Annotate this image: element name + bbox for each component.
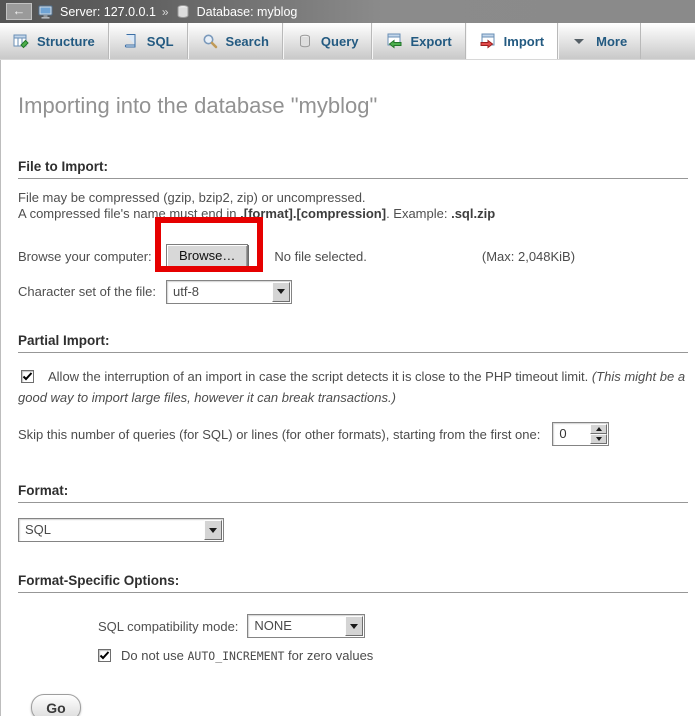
charset-row: Character set of the file: utf-8 <box>18 279 688 304</box>
no-file-text: No file selected. <box>274 249 367 264</box>
allow-interruption-checkbox[interactable] <box>21 370 34 383</box>
charset-select-value: utf-8 <box>167 281 271 303</box>
skip-queries-input[interactable]: 0 <box>552 422 609 446</box>
skip-queries-value: 0 <box>553 423 589 445</box>
skip-queries-label: Skip this number of queries (for SQL) or… <box>18 427 540 442</box>
sql-compat-label: SQL compatibility mode: <box>98 619 238 634</box>
tab-label: Import <box>504 34 544 49</box>
browse-button[interactable]: Browse… <box>166 244 248 268</box>
skip-queries-spinner <box>590 424 607 444</box>
export-icon <box>386 33 402 49</box>
max-size-text: (Max: 2,048KiB) <box>482 249 575 264</box>
tab-search[interactable]: Search <box>188 23 283 59</box>
charset-label: Character set of the file: <box>18 284 166 299</box>
autoincrement-checkbox[interactable] <box>98 649 111 662</box>
tab-label: More <box>596 34 627 49</box>
tab-query[interactable]: Query <box>283 23 373 59</box>
breadcrumb-database[interactable]: Database: myblog <box>197 5 298 19</box>
phpmyadmin-import-page: ← Server: 127.0.0.1 » Database: myblog S… <box>0 0 695 716</box>
breadcrumb-server[interactable]: Server: 127.0.0.1 <box>60 5 156 19</box>
tab-structure[interactable]: Structure <box>0 23 109 59</box>
autoincrement-row: Do not use AUTO_INCREMENT for zero value… <box>98 648 688 663</box>
tab-label: Search <box>226 34 269 49</box>
database-icon <box>175 4 191 20</box>
back-button[interactable]: ← <box>6 3 32 20</box>
format-select-arrow[interactable] <box>204 520 222 540</box>
sql-compat-select-value: NONE <box>248 615 344 637</box>
chevron-down-icon <box>572 33 588 49</box>
autoincrement-label: Do not use AUTO_INCREMENT for zero value… <box>121 648 373 663</box>
tab-more[interactable]: More <box>558 23 641 59</box>
allow-interruption-row: Allow the interruption of an import in c… <box>18 366 688 408</box>
compression-note: File may be compressed (gzip, bzip2, zip… <box>18 190 688 222</box>
tab-import[interactable]: Import <box>466 23 558 59</box>
spinner-down-button[interactable] <box>590 434 607 444</box>
section-heading-partial-import: Partial Import: <box>18 333 688 353</box>
tab-label: SQL <box>147 34 174 49</box>
sql-icon <box>123 33 139 49</box>
tab-label: Query <box>321 34 359 49</box>
section-heading-format: Format: <box>18 483 688 503</box>
import-icon <box>480 33 496 49</box>
browse-label: Browse your computer: <box>18 249 166 264</box>
spinner-up-button[interactable] <box>590 424 607 434</box>
charset-select[interactable]: utf-8 <box>166 280 292 304</box>
tab-label: Export <box>410 34 451 49</box>
breadcrumb: ← Server: 127.0.0.1 » Database: myblog <box>0 0 695 23</box>
skip-queries-row: Skip this number of queries (for SQL) or… <box>18 422 688 446</box>
sql-compat-select[interactable]: NONE <box>247 614 365 638</box>
main-content: Importing into the database "myblog" Fil… <box>0 60 695 716</box>
compression-note-line1: File may be compressed (gzip, bzip2, zip… <box>18 190 688 206</box>
allow-interruption-label: Allow the interruption of an import in c… <box>48 369 592 384</box>
section-heading-format-specific: Format-Specific Options: <box>18 573 688 593</box>
tab-sql[interactable]: SQL <box>109 23 188 59</box>
format-select-value: SQL <box>19 519 203 541</box>
structure-icon <box>13 33 29 49</box>
sql-compat-select-arrow[interactable] <box>345 616 363 636</box>
section-heading-file-to-import: File to Import: <box>18 159 688 179</box>
compression-note-line2: A compressed file's name must end in .[f… <box>18 206 688 222</box>
query-icon <box>297 33 313 49</box>
go-button[interactable]: Go <box>31 694 81 716</box>
tab-bar: Structure SQL Search Query Export <box>0 23 695 60</box>
format-specific-options: SQL compatibility mode: NONE Do not use … <box>98 613 688 663</box>
tab-export[interactable]: Export <box>372 23 465 59</box>
file-upload-row: Browse your computer: Browse… No file se… <box>18 244 688 268</box>
sql-compat-row: SQL compatibility mode: NONE <box>98 613 688 639</box>
format-select[interactable]: SQL <box>18 518 224 542</box>
tab-label: Structure <box>37 34 95 49</box>
breadcrumb-separator: » <box>162 5 169 19</box>
server-icon <box>38 4 54 20</box>
charset-select-arrow[interactable] <box>272 282 290 302</box>
search-icon <box>202 33 218 49</box>
page-title: Importing into the database "myblog" <box>18 93 688 119</box>
